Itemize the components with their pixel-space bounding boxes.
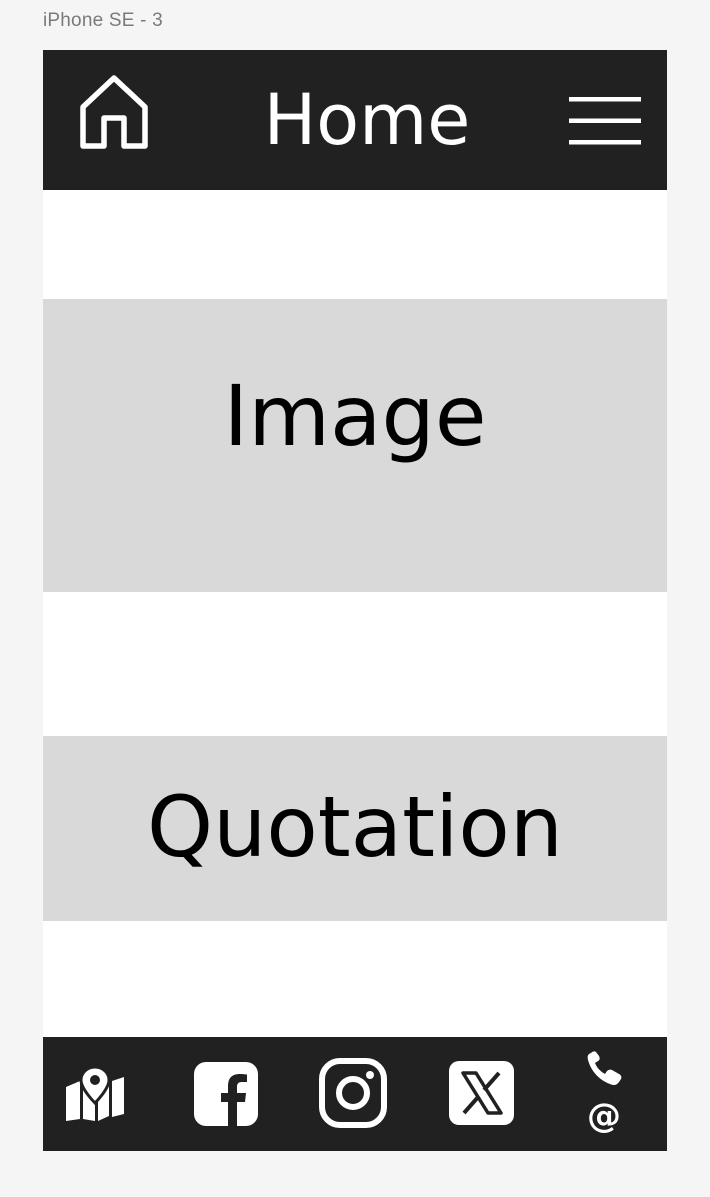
frame-label: iPhone SE - 3 — [43, 10, 163, 31]
bottom-social-bar: @ — [43, 1037, 667, 1151]
quotation-placeholder: Quotation — [43, 736, 667, 921]
instagram-icon[interactable] — [319, 1058, 387, 1128]
facebook-icon[interactable] — [194, 1062, 258, 1126]
image-placeholder-label: Image — [223, 366, 487, 465]
hamburger-menu-icon[interactable] — [569, 96, 641, 146]
top-nav-bar: Home — [43, 50, 667, 190]
image-placeholder: Image — [43, 299, 667, 592]
map-icon[interactable] — [65, 1067, 125, 1121]
quotation-placeholder-label: Quotation — [146, 777, 564, 876]
x-twitter-icon[interactable] — [449, 1061, 514, 1125]
svg-text:@: @ — [587, 1096, 621, 1135]
iphone-frame: Home Image Quotation @ — [43, 50, 667, 1151]
phone-email-icon[interactable]: @ — [583, 1051, 631, 1135]
